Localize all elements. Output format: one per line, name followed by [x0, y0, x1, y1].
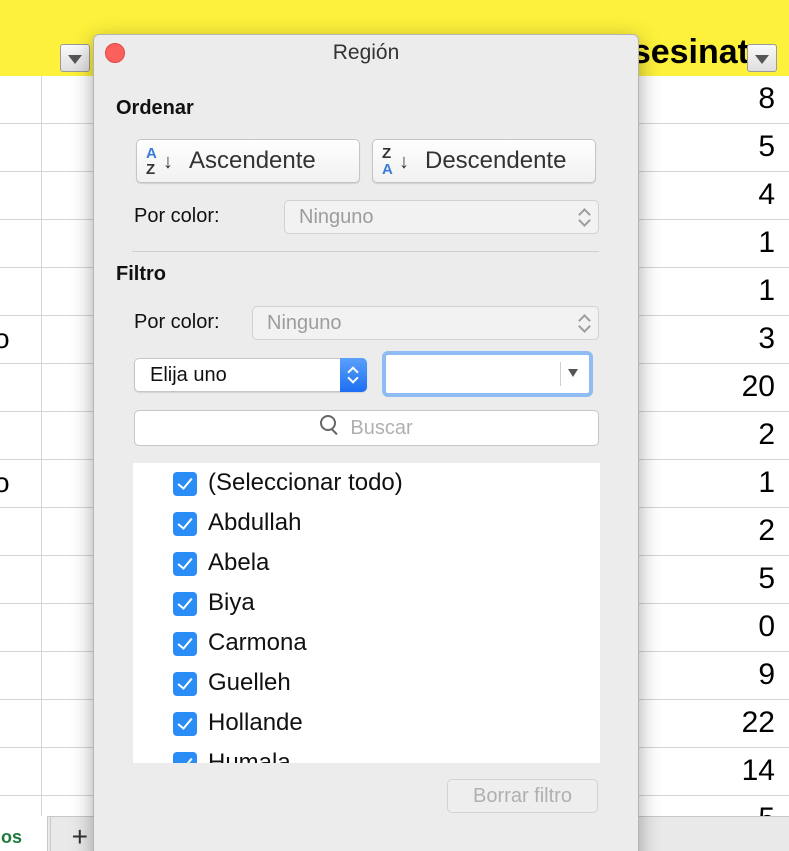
list-item-label: Abdullah [208, 509, 302, 536]
asesinatos-cell[interactable]: 22 [742, 706, 775, 740]
filter-by-color-select[interactable]: Ninguno [252, 306, 599, 340]
combobox-separator [560, 362, 561, 386]
close-button[interactable] [105, 43, 125, 63]
updown-chevron-icon [340, 358, 367, 392]
column-filter-button-left[interactable] [60, 44, 90, 72]
search-placeholder: Buscar [350, 417, 413, 439]
sort-ascending-button[interactable]: A Z ↓ Ascendente [136, 139, 360, 183]
asesinatos-cell[interactable]: 1 [758, 274, 775, 308]
filter-by-color-label: Por color: [134, 311, 220, 333]
checkbox[interactable] [173, 752, 197, 763]
sort-by-color-select[interactable]: Ninguno [284, 200, 599, 234]
add-sheet-button[interactable]: + [50, 817, 92, 851]
sort-za-icon: Z A ↓ [382, 145, 409, 178]
asesinatos-cell[interactable]: 1 [758, 466, 775, 500]
checkbox[interactable] [173, 672, 197, 696]
search-icon [320, 415, 342, 437]
asesinatos-cell[interactable]: 8 [758, 82, 775, 116]
asesinatos-cell[interactable]: 5 [758, 562, 775, 596]
checkbox[interactable] [173, 552, 197, 576]
updown-chevron-icon [578, 207, 592, 227]
asesinatos-cell[interactable]: 2 [758, 514, 775, 548]
search-field[interactable]: Buscar [134, 410, 599, 446]
filter-value-combobox[interactable] [382, 351, 593, 397]
list-item-label: Humala [208, 749, 291, 763]
checkbox[interactable] [173, 592, 197, 616]
list-item-label: Biya [208, 589, 255, 616]
list-item-label: Abela [208, 549, 270, 576]
sort-descending-button[interactable]: Z A ↓ Descendente [372, 139, 596, 183]
sort-descending-label: Descendente [425, 147, 567, 174]
checkbox[interactable] [173, 632, 197, 656]
section-divider [132, 251, 599, 252]
sort-ascending-label: Ascendente [189, 147, 316, 174]
filter-value-input[interactable] [386, 355, 558, 393]
list-item-label: Hollande [208, 709, 303, 736]
filter-value-list: (Seleccionar todo) Abdullah Abela Biya Carmo… [133, 463, 600, 763]
clear-filter-button[interactable]: Borrar filtro [447, 779, 598, 813]
checkbox[interactable] [173, 512, 197, 536]
asesinatos-cell[interactable]: 14 [742, 754, 775, 788]
popover-titlebar: Región [94, 35, 638, 71]
popover-title: Región [332, 41, 400, 64]
sort-by-color-label: Por color: [134, 205, 220, 227]
asesinatos-cell[interactable]: 3 [758, 322, 775, 356]
sort-heading: Ordenar [116, 97, 194, 119]
sort-az-icon: A Z ↓ [146, 145, 173, 178]
asesinatos-cell[interactable]: 4 [758, 178, 775, 212]
dropdown-arrow-icon[interactable] [568, 369, 578, 377]
filter-condition-value: Elija uno [150, 364, 227, 386]
updown-chevron-icon [578, 313, 592, 333]
asesinatos-cell[interactable]: 5 [758, 130, 775, 164]
asesinatos-cell[interactable]: 0 [758, 610, 775, 644]
asesinatos-cell[interactable]: 20 [742, 370, 775, 404]
column-filter-button-asesinatos[interactable] [747, 44, 777, 72]
filter-heading: Filtro [116, 263, 166, 285]
checkbox[interactable] [173, 472, 197, 496]
filter-condition-select[interactable]: Elija uno [134, 358, 367, 392]
list-item-label: Guelleh [208, 669, 291, 696]
sheet-tab[interactable]: os [0, 816, 48, 851]
asesinatos-cell[interactable]: 9 [758, 658, 775, 692]
list-item-label: (Seleccionar todo) [208, 469, 403, 496]
left-column-cell[interactable]: o [0, 467, 10, 499]
checkbox[interactable] [173, 712, 197, 736]
asesinatos-cell[interactable]: 2 [758, 418, 775, 452]
filter-popover: Región Ordenar A Z ↓ Ascendente Z A ↓ De… [93, 34, 639, 851]
filter-by-color-value: Ninguno [267, 312, 342, 334]
asesinatos-cell[interactable]: 1 [758, 226, 775, 260]
left-column-cell[interactable]: o [0, 323, 10, 355]
sort-by-color-value: Ninguno [299, 206, 374, 228]
list-item-label: Carmona [208, 629, 307, 656]
